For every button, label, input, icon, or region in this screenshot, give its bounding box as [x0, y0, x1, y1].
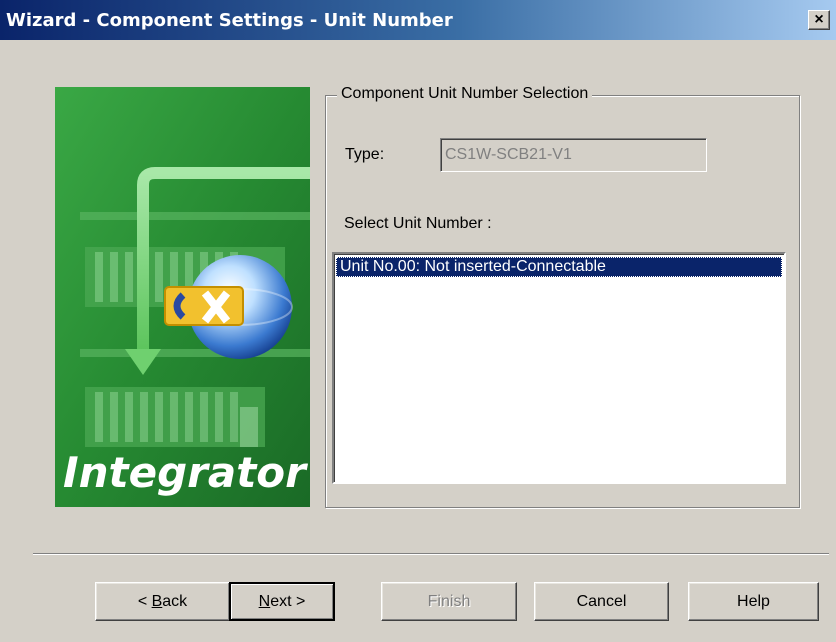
separator	[33, 553, 829, 555]
finish-button-label: Finish	[427, 592, 471, 610]
back-button-label: ack	[162, 592, 188, 610]
type-label: Type:	[345, 146, 385, 163]
cancel-button-label: Cancel	[576, 592, 627, 610]
next-button[interactable]: Next >	[229, 582, 335, 621]
logo-product-name: Integrator	[63, 448, 308, 497]
close-button[interactable]: ×	[808, 10, 830, 30]
groupbox-title: Component Unit Number Selection	[337, 85, 593, 103]
next-button-label: ext >	[270, 592, 306, 610]
help-button[interactable]: Help	[688, 582, 819, 621]
type-field: CS1W-SCB21-V1	[440, 138, 707, 172]
integrator-logo: Integrator	[55, 87, 310, 507]
cancel-button[interactable]: Cancel	[534, 582, 669, 621]
select-unit-number-label: Select Unit Number :	[344, 215, 492, 232]
unit-number-listbox[interactable]: Unit No.00: Not inserted-Connectable	[332, 252, 786, 484]
finish-button[interactable]: Finish	[381, 582, 517, 621]
help-button-label: Help	[737, 592, 770, 610]
back-button-prefix: <	[137, 592, 152, 610]
close-icon: ×	[814, 11, 824, 28]
back-button-mnemonic: B	[151, 592, 163, 610]
next-button-mnemonic: N	[258, 592, 271, 610]
window-title: Wizard - Component Settings - Unit Numbe…	[6, 10, 453, 31]
cx-integrator-logo-icon: Integrator	[55, 87, 310, 507]
list-item-unit-00[interactable]: Unit No.00: Not inserted-Connectable	[336, 257, 782, 277]
back-button[interactable]: < Back	[95, 582, 230, 621]
title-bar: Wizard - Component Settings - Unit Numbe…	[0, 0, 836, 40]
